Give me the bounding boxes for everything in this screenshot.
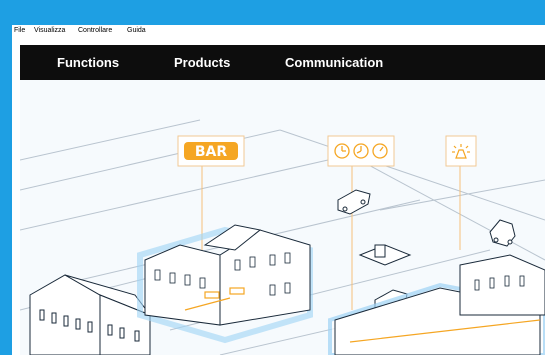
app-window: File Visualizza Controllare Guida Functi…	[12, 25, 545, 355]
left-house	[29, 274, 152, 355]
menu-bar: File Visualizza Controllare Guida	[12, 25, 545, 40]
nav-communication[interactable]: Communication	[285, 55, 383, 70]
nav-functions[interactable]: Functions	[57, 55, 119, 70]
menu-controllare[interactable]: Controllare	[78, 27, 112, 34]
car-top	[337, 189, 371, 215]
menu-guida[interactable]: Guida	[127, 27, 146, 34]
bar-sign-icon: BAR	[195, 144, 228, 160]
light-badge[interactable]	[445, 135, 477, 167]
bar-badge[interactable]: BAR	[177, 135, 245, 167]
top-navigation: Functions Products Communication	[20, 45, 545, 80]
building-illustration[interactable]: BAR	[19, 80, 545, 355]
bar-building	[137, 224, 313, 344]
car-right	[489, 219, 516, 247]
nav-products[interactable]: Products	[174, 55, 230, 70]
isometric-town-illustration: BAR	[19, 119, 545, 355]
kiosk	[358, 244, 412, 266]
right-building	[328, 254, 545, 355]
window-title-bar	[0, 0, 545, 25]
timer-badge[interactable]	[327, 135, 395, 167]
menu-visualizza[interactable]: Visualizza	[34, 27, 65, 34]
window-left-border	[0, 0, 12, 355]
menu-file[interactable]: File	[14, 27, 25, 34]
